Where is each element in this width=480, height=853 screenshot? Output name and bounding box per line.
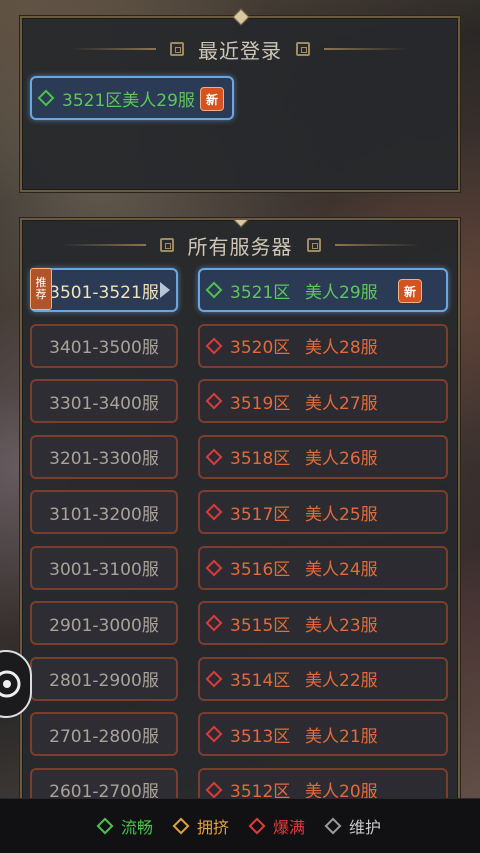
server-name: 美人24服 bbox=[305, 560, 378, 580]
status-green-icon bbox=[37, 89, 55, 107]
server-range-label: 3301-3400服 bbox=[49, 393, 159, 414]
server-range-button[interactable]: 2701-2800服 bbox=[30, 712, 178, 756]
server-zone: 3520区 bbox=[230, 338, 291, 358]
legend-label: 爆满 bbox=[273, 818, 306, 837]
server-range-label: 3001-3100服 bbox=[49, 560, 159, 580]
server-name: 美人21服 bbox=[305, 726, 378, 747]
server-range-label: 2701-2800服 bbox=[49, 726, 159, 747]
server-button[interactable]: 3514区 美人22服 bbox=[198, 656, 448, 701]
header-line-left bbox=[60, 244, 146, 246]
server-button[interactable]: 3518区 美人26服 bbox=[198, 434, 448, 479]
status-red-icon bbox=[248, 817, 266, 835]
server-range-button[interactable]: 3301-3400服 bbox=[30, 379, 178, 423]
server-range-label: 3501-3521服 bbox=[49, 282, 159, 303]
server-range-label: 2801-2900服 bbox=[49, 671, 159, 691]
status-red-icon bbox=[205, 392, 223, 410]
header-line-left bbox=[71, 48, 156, 50]
server-range-button[interactable]: 3101-3200服 bbox=[30, 490, 178, 534]
server-zone: 3515区 bbox=[230, 615, 291, 636]
server-zone: 3521区 bbox=[230, 282, 291, 303]
server-button[interactable]: 3513区 美人21服 bbox=[198, 712, 448, 756]
server-button[interactable]: 3521区 美人29服新 bbox=[198, 268, 448, 312]
legend-item-maintenance: 维护 bbox=[324, 814, 382, 838]
header-ornament-right bbox=[306, 238, 321, 252]
recent-login-title: 最近登录 bbox=[198, 38, 282, 63]
header-line-right bbox=[334, 244, 420, 246]
server-name: 美人29服 bbox=[305, 282, 378, 303]
legend-label: 流畅 bbox=[120, 818, 153, 837]
server-range-label: 3101-3200服 bbox=[49, 504, 159, 525]
legend-item-crowded: 拥挤 bbox=[172, 814, 229, 838]
status-orange-icon bbox=[172, 817, 190, 835]
server-name: 美人23服 bbox=[305, 615, 378, 636]
server-zone: 3517区 bbox=[230, 504, 291, 525]
status-red-icon bbox=[205, 337, 223, 354]
header-ornament-left bbox=[159, 238, 174, 252]
server-range-button[interactable]: 3001-3100服 bbox=[30, 545, 178, 590]
server-range-button[interactable]: 3401-3500服 bbox=[30, 323, 178, 368]
recent-login-panel: 最近登录 3521区 美人29服 新 bbox=[20, 8, 460, 192]
status-red-icon bbox=[205, 670, 223, 687]
server-range-button[interactable]: 3201-3300服 bbox=[30, 434, 178, 479]
recent-server-zone: 3521区 bbox=[62, 90, 123, 111]
recent-server-button[interactable]: 3521区 美人29服 新 bbox=[30, 76, 234, 120]
server-zone: 3519区 bbox=[230, 393, 291, 414]
all-servers-panel: 所有服务器 推荐 3501-3521服 3401-3500服 3301-3400服 32… bbox=[20, 218, 460, 822]
status-green-icon bbox=[205, 281, 223, 299]
chat-icon bbox=[0, 670, 21, 698]
all-servers-title: 所有服务器 bbox=[187, 234, 293, 259]
recommend-badge: 推荐 bbox=[30, 268, 52, 310]
server-button[interactable]: 3516区 美人24服 bbox=[198, 545, 448, 590]
recent-server-name: 美人29服 bbox=[122, 90, 195, 111]
server-range-button[interactable]: 2901-3000服 bbox=[30, 601, 178, 645]
server-name: 美人28服 bbox=[305, 338, 378, 358]
header-line-right bbox=[324, 48, 409, 50]
server-name: 美人27服 bbox=[305, 393, 378, 414]
server-zone: 3513区 bbox=[230, 726, 291, 747]
status-red-icon bbox=[205, 614, 223, 632]
status-red-icon bbox=[205, 448, 223, 465]
new-badge: 新 bbox=[200, 87, 224, 111]
status-red-icon bbox=[205, 503, 223, 521]
status-grey-icon bbox=[324, 817, 342, 835]
server-button[interactable]: 3519区 美人27服 bbox=[198, 379, 448, 423]
server-zone: 3514区 bbox=[230, 671, 291, 691]
new-badge: 新 bbox=[398, 279, 422, 303]
panel-ornament bbox=[232, 220, 250, 228]
legend-item-full: 爆满 bbox=[248, 814, 306, 838]
recent-login-header: 最近登录 bbox=[22, 32, 458, 66]
server-range-button[interactable]: 推荐 3501-3521服 bbox=[30, 268, 178, 312]
status-legend: 流畅 拥挤 爆满 维护 bbox=[0, 798, 480, 853]
all-servers-header: 所有服务器 bbox=[22, 228, 458, 262]
status-red-icon bbox=[205, 781, 223, 798]
server-button[interactable]: 3520区 美人28服 bbox=[198, 323, 448, 368]
server-zone: 3518区 bbox=[230, 449, 291, 469]
server-name: 美人25服 bbox=[305, 504, 378, 525]
legend-item-smooth: 流畅 bbox=[96, 814, 153, 838]
header-ornament-left bbox=[170, 42, 184, 56]
server-name: 美人26服 bbox=[305, 449, 378, 469]
legend-label: 维护 bbox=[349, 818, 382, 837]
legend-label: 拥挤 bbox=[196, 818, 229, 837]
header-ornament-right bbox=[296, 42, 310, 56]
server-range-label: 2901-3000服 bbox=[49, 615, 159, 636]
server-range-label: 3401-3500服 bbox=[49, 338, 159, 358]
status-green-icon bbox=[96, 817, 114, 835]
status-red-icon bbox=[205, 559, 223, 576]
status-red-icon bbox=[205, 725, 223, 743]
server-range-label: 3201-3300服 bbox=[49, 449, 159, 469]
server-zone: 3516区 bbox=[230, 560, 291, 580]
server-button[interactable]: 3515区 美人23服 bbox=[198, 601, 448, 645]
server-button[interactable]: 3517区 美人25服 bbox=[198, 490, 448, 534]
chevron-right-icon bbox=[160, 282, 170, 298]
server-name: 美人22服 bbox=[305, 671, 378, 691]
server-range-button[interactable]: 2801-2900服 bbox=[30, 656, 178, 701]
